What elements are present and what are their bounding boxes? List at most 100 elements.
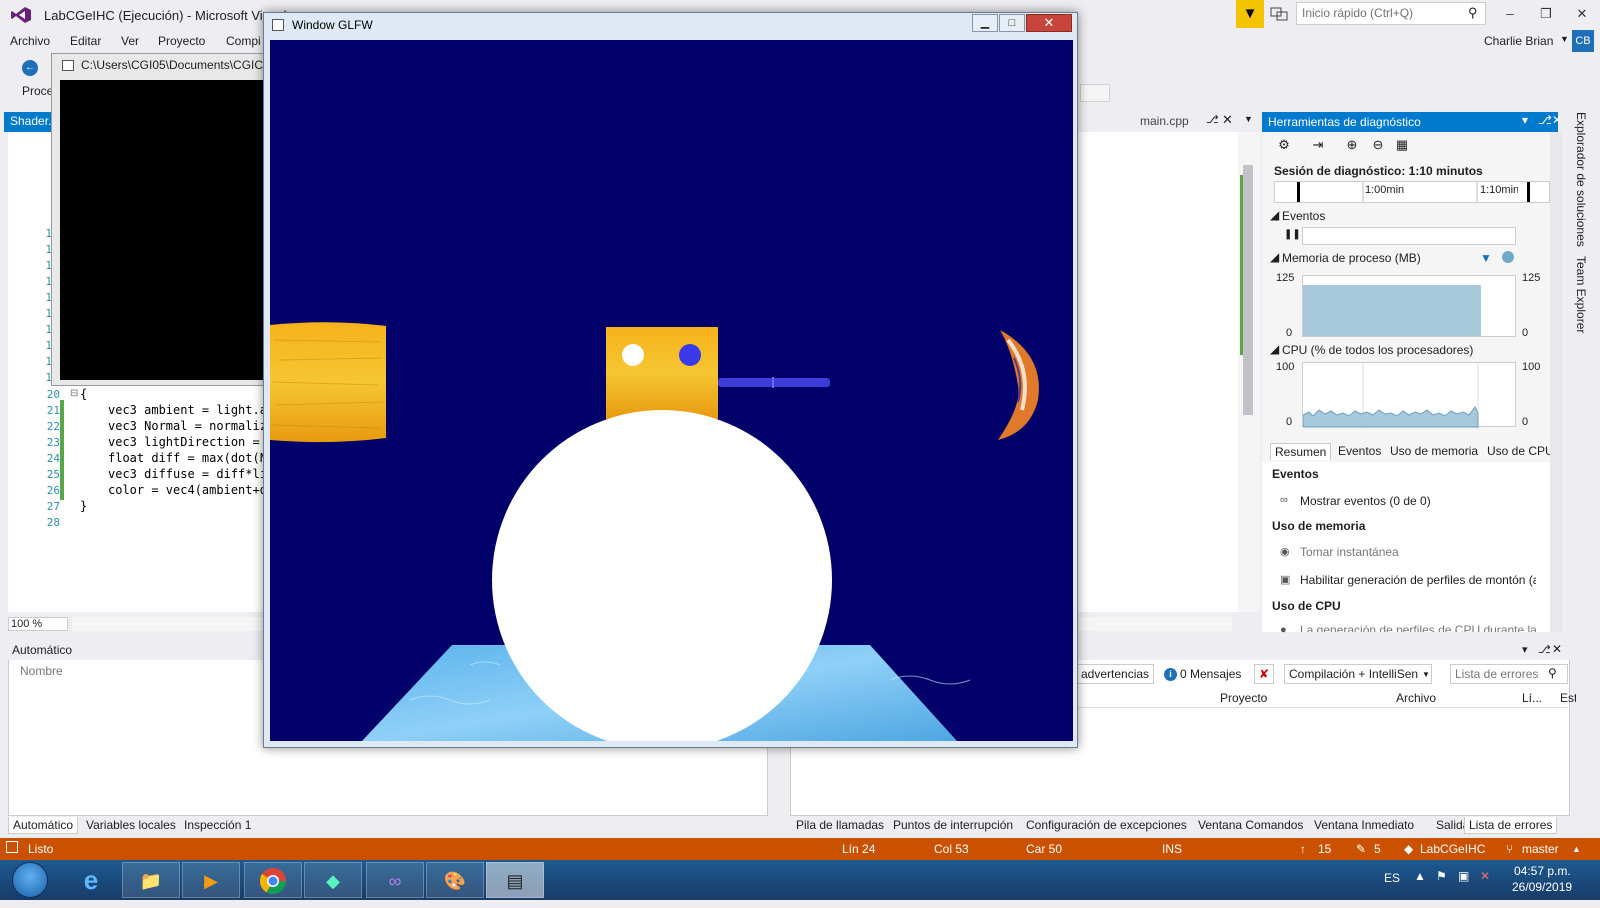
search-icon[interactable]: ⚲ [1468, 5, 1478, 21]
menu-proyecto[interactable]: Proyecto [158, 34, 205, 48]
minimize-button[interactable]: – [1494, 2, 1526, 26]
tab-automatico[interactable]: Automático [8, 817, 79, 834]
start-button[interactable] [12, 862, 48, 898]
tab-command-window[interactable]: Ventana Comandos [1194, 817, 1307, 833]
menu-editar[interactable]: Editar [70, 34, 101, 48]
tab-exception-settings[interactable]: Configuración de excepciones [1022, 817, 1191, 833]
collapse-triangle-icon[interactable]: ◢ [1270, 208, 1279, 222]
restore-button[interactable]: ❐ [1530, 2, 1562, 26]
zoom-level-select[interactable]: 100 % [8, 617, 68, 631]
repository-name[interactable]: LabCGeIHC [1420, 842, 1485, 856]
paint-icon[interactable]: 🎨 [426, 862, 484, 898]
close-icon[interactable]: ✕ [1552, 642, 1562, 656]
name-column-header[interactable]: Nombre [20, 664, 63, 678]
media-player-icon[interactable]: ▶ [182, 862, 240, 898]
tab-uso-de-cpu[interactable]: Uso de CPU [1483, 443, 1558, 459]
search-icon[interactable]: ⚲ [1548, 666, 1557, 680]
team-explorer-tab[interactable]: Team Explorer [1574, 256, 1588, 333]
tab-shader[interactable]: Shader. [4, 112, 54, 132]
gitkraken-icon[interactable]: ◆ [304, 862, 362, 898]
tab-error-list[interactable]: Lista de errores [1464, 817, 1558, 834]
gear-icon[interactable]: ⚙ [1274, 137, 1294, 155]
scrollbar-thumb[interactable] [1243, 165, 1253, 415]
chevron-down-icon[interactable]: ▼ [1560, 34, 1569, 44]
zoom-out-icon[interactable]: ⊖ [1368, 137, 1388, 155]
volume-muted-icon[interactable]: ✕ [1480, 869, 1490, 883]
back-arrow-icon[interactable]: ← [22, 60, 38, 76]
notifications-filter-icon[interactable]: ▼ [1236, 0, 1264, 28]
tab-breakpoints[interactable]: Puntos de interrupción [889, 817, 1017, 833]
feedback-icon[interactable] [1270, 5, 1288, 23]
pin-icon[interactable]: ⎇ [1206, 113, 1219, 126]
build-intellisense-select[interactable]: Compilación + IntelliSen [1284, 664, 1432, 684]
pin-icon[interactable]: ⎇ [1538, 113, 1552, 127]
close-button[interactable]: ✕ [1566, 2, 1598, 26]
take-snapshot-button[interactable]: Tomar instantánea [1300, 545, 1399, 559]
zoom-in-icon[interactable]: ⊕ [1342, 137, 1362, 155]
chevron-down-icon[interactable]: ▾ [1522, 113, 1528, 127]
branch-name[interactable]: master [1522, 842, 1559, 856]
cpu-chart[interactable] [1302, 362, 1516, 428]
network-icon[interactable]: ▣ [1458, 869, 1469, 883]
up-arrow-icon[interactable]: ↑ [1300, 842, 1306, 856]
diagnostic-scrollbar[interactable] [1550, 132, 1562, 632]
chevron-up-icon[interactable]: ▲ [1572, 844, 1581, 854]
glfw-minimize-button[interactable]: ▁ [972, 14, 998, 32]
menu-archivo[interactable]: Archivo [10, 34, 50, 48]
internet-explorer-icon[interactable]: e [62, 862, 120, 898]
menu-ver[interactable]: Ver [121, 34, 139, 48]
collapse-triangle-icon[interactable]: ◢ [1270, 250, 1279, 264]
repository-icon[interactable]: ◆ [1404, 842, 1413, 856]
clock-date[interactable]: 26/09/2019 [1512, 880, 1572, 894]
pencil-icon[interactable]: ✎ [1356, 842, 1366, 856]
chevron-down-icon[interactable]: ▼ [1422, 670, 1430, 679]
collapse-icon[interactable]: ⊟ [70, 388, 78, 399]
glfw-maximize-button[interactable]: □ [999, 14, 1025, 32]
tab-call-stack[interactable]: Pila de llamadas [792, 817, 888, 833]
close-icon[interactable]: ✕ [1222, 112, 1233, 128]
tab-eventos[interactable]: Eventos [1334, 443, 1385, 459]
file-column-header[interactable]: Archivo [1396, 691, 1436, 705]
filter-icon[interactable]: ✘ [1254, 664, 1274, 684]
pending-changes-count[interactable]: 5 [1374, 842, 1381, 856]
pause-icon[interactable]: ❚❚ [1284, 229, 1301, 240]
heap-profiling-toggle[interactable]: Habilitar generación de perfiles de mont… [1300, 573, 1536, 587]
user-name[interactable]: Charlie Brian [1484, 34, 1553, 48]
avatar[interactable]: CB [1572, 30, 1594, 52]
toolbar-dropdown[interactable] [1080, 84, 1110, 102]
file-explorer-icon[interactable]: 📁 [122, 862, 180, 898]
show-events-link[interactable]: Mostrar eventos (0 de 0) [1300, 494, 1431, 508]
flag-icon[interactable]: ⚑ [1436, 869, 1447, 883]
unpushed-commits-count[interactable]: 15 [1318, 842, 1331, 856]
solution-explorer-tab[interactable]: Explorador de soluciones [1574, 112, 1588, 247]
tab-resumen[interactable]: Resumen [1270, 443, 1332, 460]
tab-uso-de-memoria[interactable]: Uso de memoria [1386, 443, 1482, 459]
chevron-down-icon[interactable]: ▾ [1522, 643, 1528, 656]
chrome-icon[interactable] [244, 862, 302, 898]
pin-icon[interactable]: ⎇ [1538, 643, 1551, 656]
close-icon[interactable]: ✕ [1552, 113, 1562, 127]
clock-time[interactable]: 04:57 p.m. [1514, 864, 1571, 878]
checkbox-icon[interactable]: ▣ [1280, 573, 1290, 586]
state-column-header[interactable]: Esta [1560, 691, 1576, 705]
project-column-header[interactable]: Proyecto [1220, 691, 1267, 705]
collapse-triangle-icon[interactable]: ◢ [1270, 342, 1279, 356]
events-track[interactable] [1302, 227, 1516, 245]
input-language[interactable]: ES [1384, 871, 1400, 885]
branch-icon[interactable]: ⑂ [1506, 842, 1513, 856]
show-hidden-icons-icon[interactable]: ▲ [1414, 869, 1426, 883]
tab-inspeccion-1[interactable]: Inspección 1 [180, 817, 255, 833]
console-app-icon[interactable]: ▤ [486, 862, 544, 898]
console-output[interactable] [60, 80, 274, 380]
export-icon[interactable]: ⇥ [1308, 137, 1328, 155]
quick-launch-input[interactable]: Inicio rápido (Ctrl+Q) [1296, 2, 1486, 25]
opengl-viewport[interactable] [270, 40, 1073, 741]
menu-compilar[interactable]: Compi [226, 34, 261, 48]
tab-main-cpp[interactable]: main.cpp [1140, 114, 1189, 128]
line-column-header[interactable]: Lí... [1522, 691, 1542, 705]
chevron-down-icon[interactable]: ▼ [1244, 114, 1253, 124]
chart-icon[interactable]: ▦ [1392, 137, 1412, 155]
messages-filter-button[interactable]: 0 Mensajes [1180, 667, 1241, 681]
warnings-filter-button[interactable]: advertencias [1076, 664, 1155, 684]
tab-immediate-window[interactable]: Ventana Inmediato [1310, 817, 1418, 833]
